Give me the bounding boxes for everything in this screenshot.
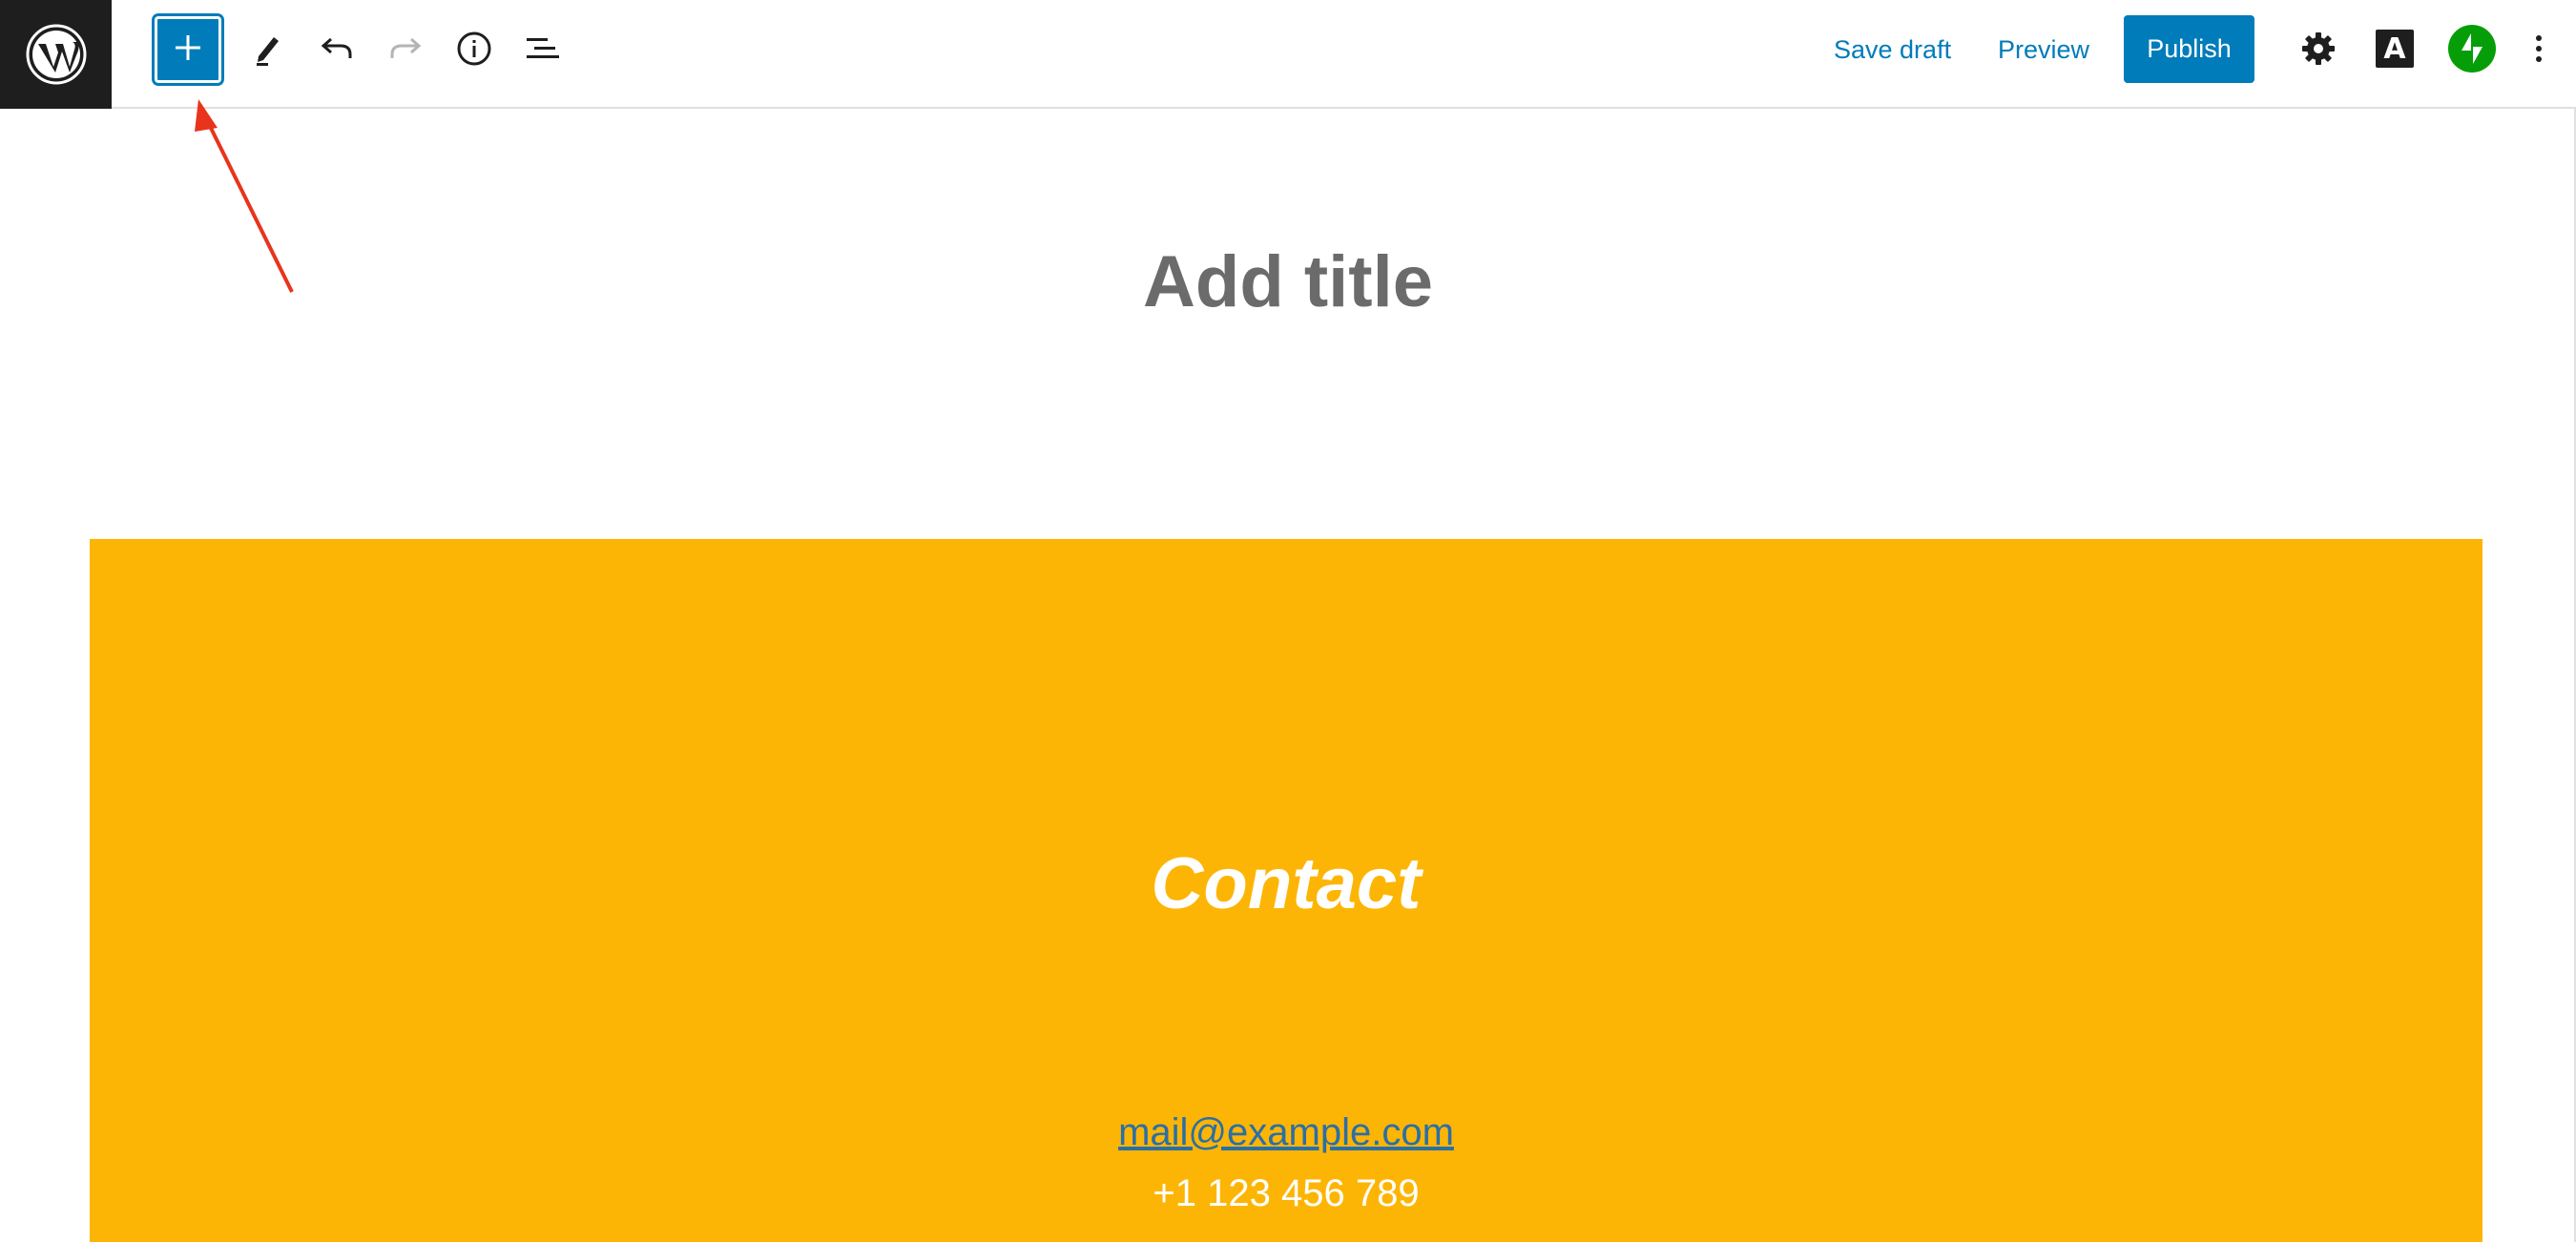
list-view-icon	[523, 29, 563, 73]
font-settings-button[interactable]: A	[2376, 30, 2414, 68]
settings-button[interactable]	[2285, 17, 2352, 84]
redo-button[interactable]	[372, 17, 439, 84]
info-icon	[454, 29, 494, 73]
block-editor: Save draft Preview Publish A Add title C…	[0, 0, 2576, 1242]
list-view-button[interactable]	[509, 17, 576, 84]
undo-button[interactable]	[303, 17, 370, 84]
block-inserter-button[interactable]	[155, 16, 221, 83]
undo-icon	[318, 30, 356, 72]
pencil-icon	[249, 30, 287, 72]
save-draft-button[interactable]: Save draft	[1834, 29, 1951, 71]
more-options-button[interactable]	[2505, 17, 2572, 84]
plus-icon	[172, 31, 204, 69]
tools-button[interactable]	[235, 17, 301, 84]
kebab-menu-icon	[2533, 30, 2545, 72]
preview-button[interactable]: Preview	[1998, 29, 2089, 71]
publish-button[interactable]: Publish	[2124, 15, 2254, 83]
wordpress-logo-icon[interactable]	[0, 0, 112, 109]
details-button[interactable]	[441, 17, 508, 84]
email-link[interactable]: mail@example.com	[90, 1111, 2483, 1154]
redo-icon	[386, 30, 425, 72]
editor-header: Save draft Preview Publish A	[0, 0, 2576, 109]
cover-heading[interactable]: Contact	[90, 842, 2483, 925]
phone-text: +1 123 456 789	[1153, 1172, 1420, 1214]
post-title-input[interactable]: Add title	[0, 240, 2576, 323]
jetpack-icon[interactable]	[2448, 25, 2496, 72]
cover-block[interactable]: Contact mail@example.com +1 123 456 789	[90, 539, 2483, 1242]
gear-icon	[2299, 30, 2337, 72]
editor-canvas: Add title Contact mail@example.com +1 12…	[0, 109, 2576, 1242]
